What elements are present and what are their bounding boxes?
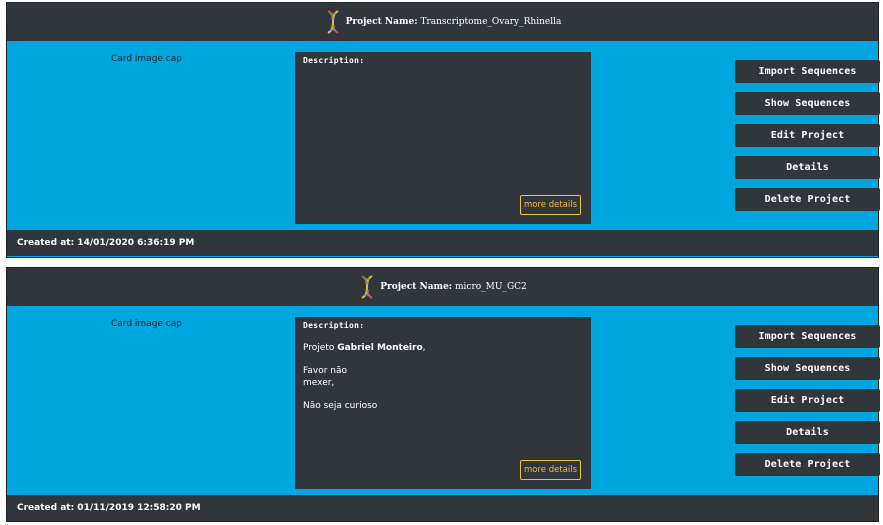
card-footer: Created at: 01/11/2019 12:58:20 PM: [7, 495, 878, 521]
card-image-cap: Card image cap: [111, 54, 182, 64]
description-title: Description:: [303, 321, 365, 330]
project-title: Project Name: micro_MU_GC2: [380, 282, 527, 292]
project-name-label: Project Name:: [345, 17, 418, 27]
card-header: Project Name: micro_MU_GC2: [7, 268, 878, 306]
import-sequences-button[interactable]: Import Sequences: [735, 325, 880, 348]
project-card: Project Name: micro_MU_GC2 Card image ca…: [6, 267, 880, 522]
show-sequences-button[interactable]: Show Sequences: [735, 357, 880, 380]
description-title: Description:: [303, 56, 365, 65]
details-button[interactable]: Details: [735, 156, 880, 179]
project-name: micro_MU_GC2: [455, 282, 527, 292]
more-details-button[interactable]: more details: [520, 195, 581, 215]
action-buttons: Import Sequences Show Sequences Edit Pro…: [735, 60, 880, 211]
description-text: Favor não: [303, 366, 347, 376]
description-line: Não seja curioso: [303, 401, 378, 411]
action-buttons: Import Sequences Show Sequences Edit Pro…: [735, 325, 880, 476]
created-at: Created at: 01/11/2019 12:58:20 PM: [17, 503, 201, 513]
description-text: ,: [422, 343, 426, 353]
project-name-label: Project Name:: [380, 282, 453, 292]
description-line: Projeto Gabriel Monteiro,: [303, 342, 583, 354]
description-box: Description: Projeto Gabriel Monteiro, F…: [295, 317, 591, 489]
dna-icon: [361, 275, 373, 299]
description-box: Description: more details: [295, 52, 591, 224]
delete-project-button[interactable]: Delete Project: [735, 453, 880, 476]
more-details-button[interactable]: more details: [520, 460, 581, 480]
project-card: Project Name: Transcriptome_Ovary_Rhinel…: [6, 2, 880, 258]
dna-icon: [327, 10, 339, 34]
show-sequences-button[interactable]: Show Sequences: [735, 92, 880, 115]
description-text: Projeto: [303, 343, 338, 353]
delete-project-button[interactable]: Delete Project: [735, 188, 880, 211]
card-footer: Created at: 14/01/2020 6:36:19 PM: [7, 230, 878, 256]
details-button[interactable]: Details: [735, 421, 880, 444]
card-image-cap: Card image cap: [111, 319, 182, 329]
edit-project-button[interactable]: Edit Project: [735, 389, 880, 412]
project-title: Project Name: Transcriptome_Ovary_Rhinel…: [346, 17, 562, 27]
card-header: Project Name: Transcriptome_Ovary_Rhinel…: [7, 3, 878, 41]
edit-project-button[interactable]: Edit Project: [735, 124, 880, 147]
created-at: Created at: 14/01/2020 6:36:19 PM: [17, 238, 195, 248]
description-text: mexer,: [303, 378, 335, 388]
description-bold-name: Gabriel Monteiro: [337, 343, 423, 353]
description-line: Favor não mexer,: [303, 365, 583, 389]
project-name: Transcriptome_Ovary_Rhinella: [420, 17, 562, 27]
import-sequences-button[interactable]: Import Sequences: [735, 60, 880, 83]
